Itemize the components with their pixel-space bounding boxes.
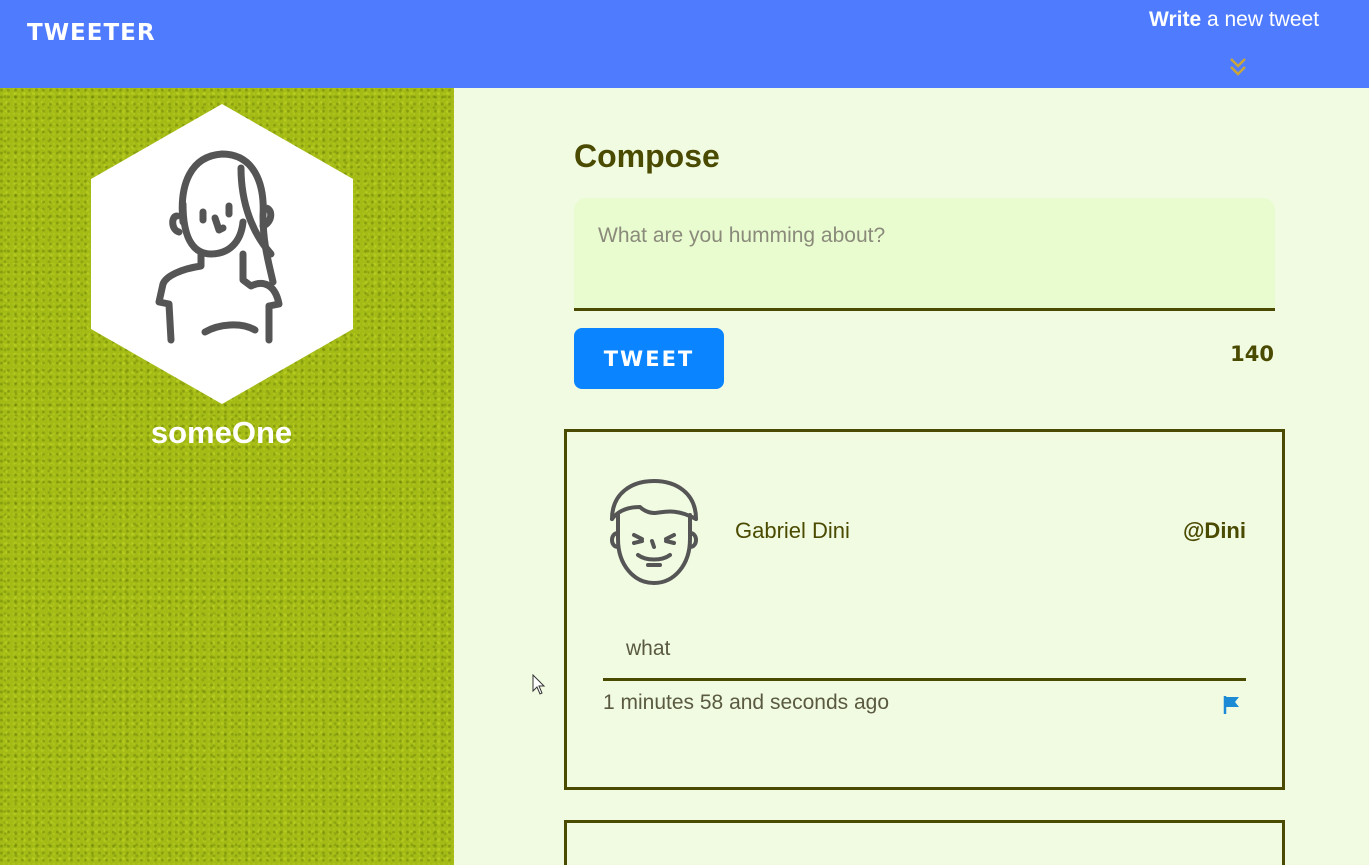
write-bold-label: Write <box>1149 8 1202 31</box>
tweet-button[interactable]: TWEET <box>574 328 724 389</box>
write-new-tweet-toggle[interactable]: Write a new tweet <box>1148 6 1338 86</box>
write-new-tweet-label[interactable]: Write a new tweet <box>1149 8 1319 32</box>
tweet-card: Gabriel Dini @Dini what 1 minutes 58 and… <box>564 429 1285 790</box>
tweet-divider <box>603 678 1246 681</box>
tweet-card <box>564 820 1285 865</box>
mouse-cursor-icon <box>532 674 546 695</box>
tweet-handle[interactable]: @Dini <box>1183 518 1246 544</box>
double-chevron-down-icon[interactable] <box>1228 56 1248 78</box>
char-counter: 140 <box>1230 342 1274 366</box>
compose-box <box>574 198 1275 311</box>
profile-sidebar: someOne <box>0 88 454 865</box>
man-avatar-icon <box>610 479 698 585</box>
tweet-author: Gabriel Dini <box>735 518 850 543</box>
tweet-body: what <box>626 637 671 660</box>
main-content: Compose TWEET 140 Gabriel Dini @Dini wha… <box>454 88 1369 865</box>
compose-title: Compose <box>574 138 720 174</box>
brand-logo[interactable]: TWEETER <box>27 20 156 46</box>
tweet-timestamp: 1 minutes 58 and seconds ago <box>603 691 890 714</box>
compose-textarea[interactable] <box>574 198 1275 308</box>
flag-icon[interactable] <box>1223 695 1241 715</box>
write-rest-label: a new tweet <box>1201 8 1320 31</box>
woman-avatar-icon <box>91 104 353 404</box>
top-nav: TWEETER Write a new tweet <box>0 0 1369 88</box>
profile-username: someOne <box>150 415 293 450</box>
